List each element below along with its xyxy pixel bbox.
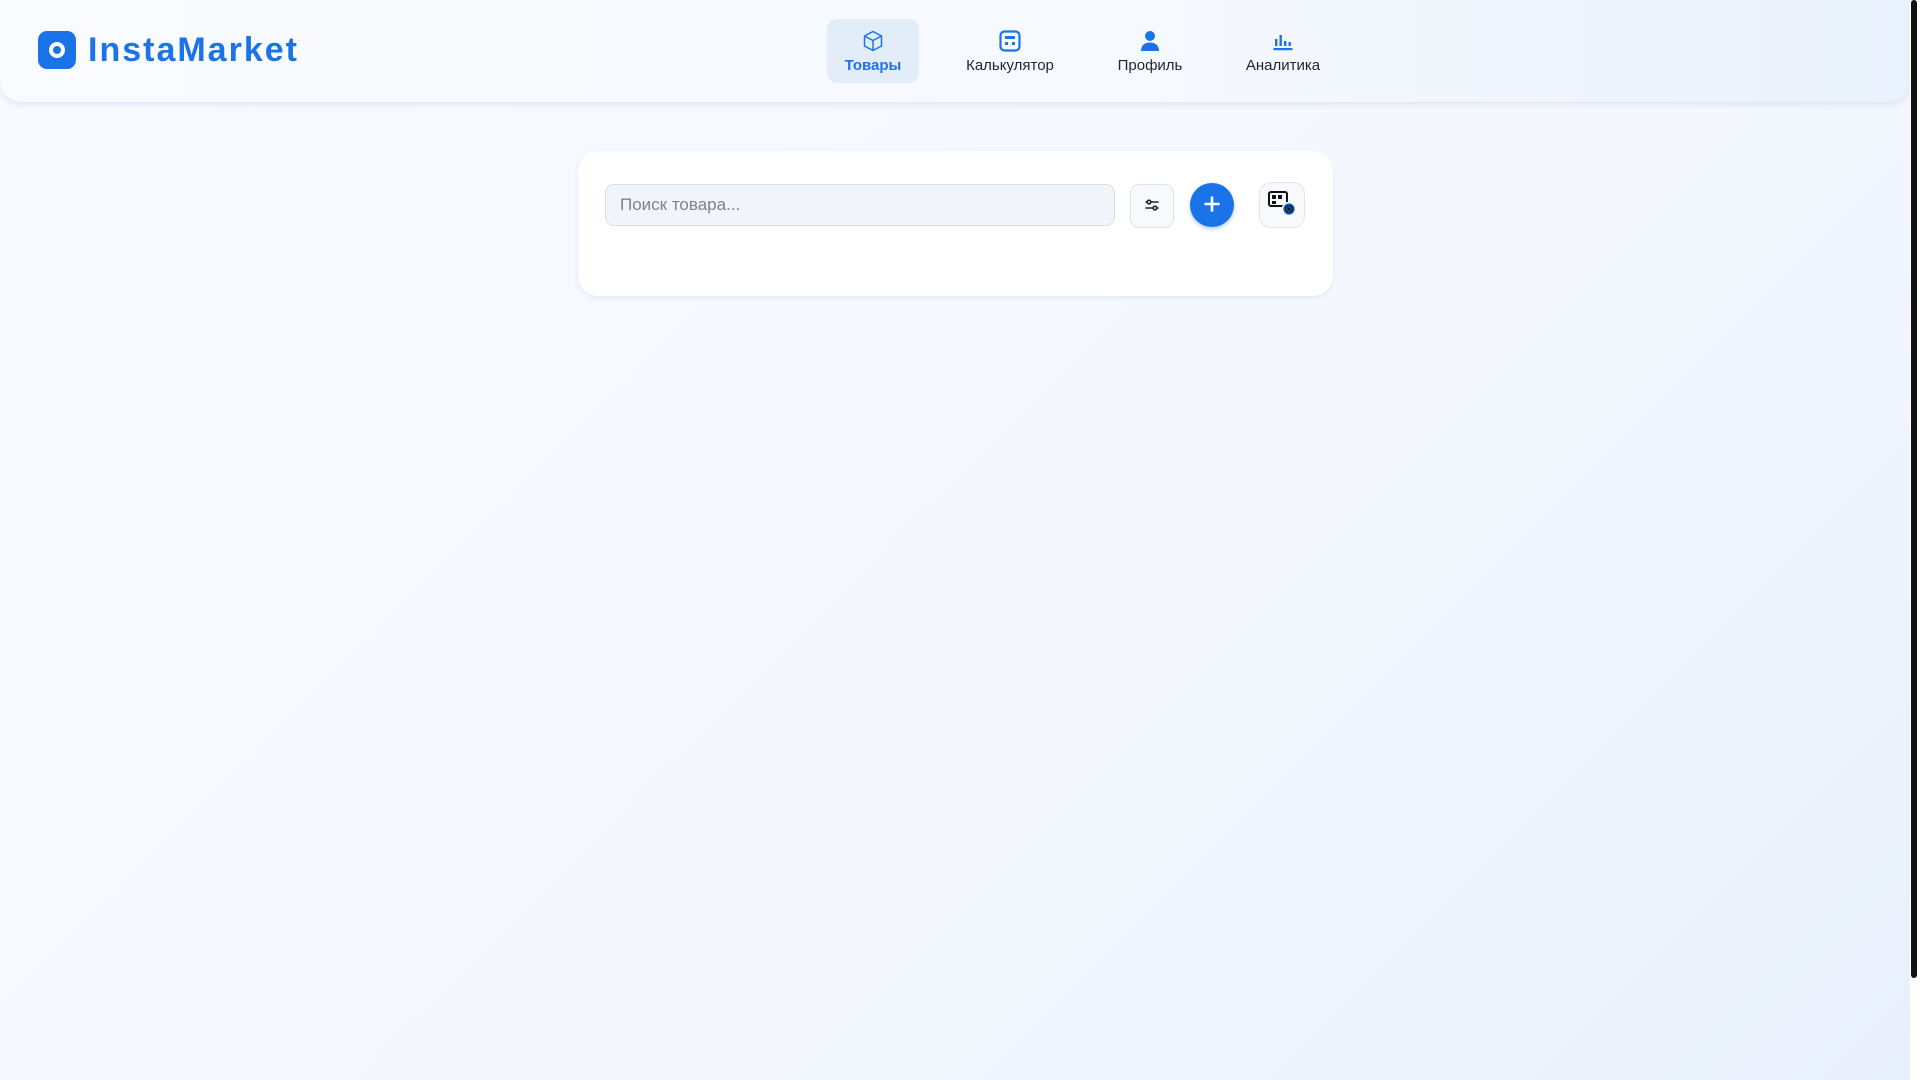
nav-item-products[interactable]: Товары: [827, 19, 919, 83]
nav-label-profile: Профиль: [1117, 57, 1183, 74]
plus-icon: [1203, 195, 1221, 216]
filter-button[interactable]: [1130, 184, 1174, 228]
box-icon: [860, 28, 886, 54]
top-header: InstaMarket Товары Калькулятор Профиль А…: [0, 0, 1910, 102]
scrollbar-thumb[interactable]: [1911, 0, 1917, 978]
barcode-scan-icon: [1267, 190, 1297, 221]
bar-chart-icon: [1270, 28, 1296, 54]
nav-label-calculator: Калькулятор: [966, 57, 1054, 74]
nav-label-analytics: Аналитика: [1245, 57, 1321, 74]
add-product-button[interactable]: [1190, 183, 1234, 227]
products-toolbar-card: [578, 151, 1333, 296]
search-input[interactable]: [605, 184, 1115, 226]
nav-item-analytics[interactable]: Аналитика: [1233, 19, 1333, 83]
user-icon: [1137, 28, 1163, 54]
nav-label-products: Товары: [844, 57, 902, 74]
barcode-scan-button[interactable]: [1259, 182, 1305, 228]
calculator-icon: [997, 28, 1023, 54]
sliders-icon: [1144, 198, 1160, 215]
app-root: InstaMarket Товары Калькулятор Профиль А…: [0, 0, 1920, 1080]
nav-item-calculator[interactable]: Калькулятор: [955, 19, 1065, 83]
nav-item-profile[interactable]: Профиль: [1107, 19, 1193, 83]
main-nav: Товары Калькулятор Профиль Аналитика: [0, 19, 1910, 83]
